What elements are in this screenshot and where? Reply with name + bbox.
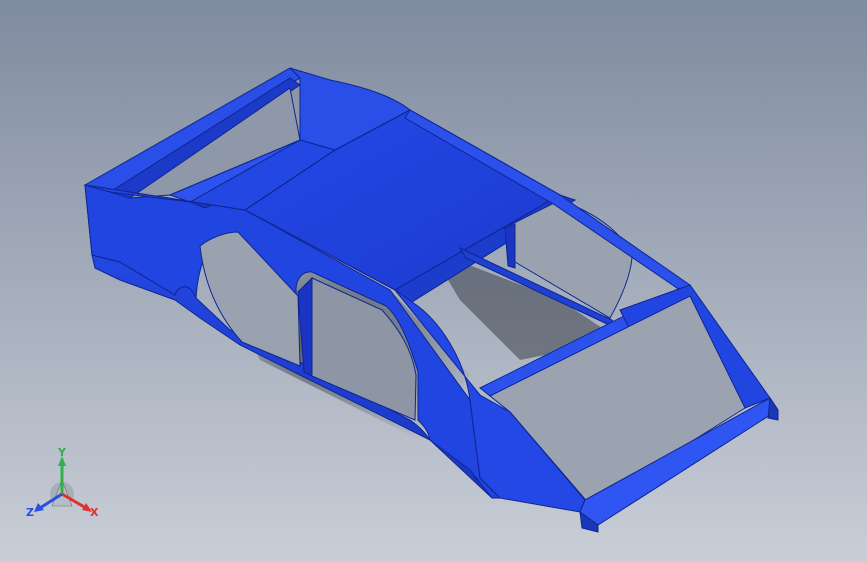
- model-canvas[interactable]: [0, 0, 867, 562]
- x-axis-label: X: [90, 506, 99, 519]
- y-axis-label: Y: [57, 446, 67, 459]
- orientation-triad[interactable]: Y X Z: [24, 446, 104, 526]
- cad-3d-viewport[interactable]: Y X Z: [0, 0, 867, 562]
- z-axis-label: Z: [26, 506, 34, 519]
